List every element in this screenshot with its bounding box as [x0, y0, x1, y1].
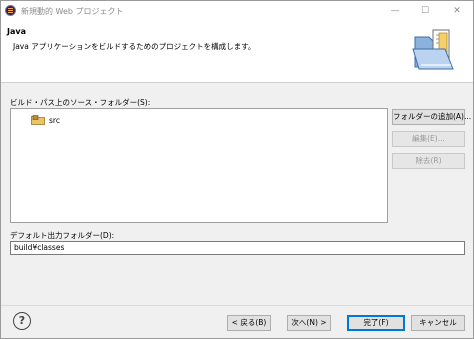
cancel-button[interactable]: キャンセル [411, 315, 465, 331]
banner-description: Java アプリケーションをビルドするためのプロジェクトを構成します。 [13, 42, 256, 51]
back-button[interactable]: < 戻る(B) [227, 315, 271, 331]
source-folders-label: ビルド・パス上のソース・フォルダー(S): [10, 98, 151, 107]
banner-title: Java [7, 27, 26, 36]
source-folders-list[interactable]: src [10, 108, 388, 223]
output-folder-label: デフォルト出力フォルダー(D): [10, 231, 115, 240]
wizard-banner: Java Java アプリケーションをビルドするためのプロジェクトを構成します。 [1, 21, 473, 83]
add-folder-button[interactable]: フォルダーの追加(A)... [392, 109, 471, 125]
open-folder-icon [412, 29, 454, 70]
dialog-window: 新規動的 Web プロジェクト — ☐ ✕ Java Java アプリケーション… [0, 0, 474, 339]
list-item-label: src [49, 115, 60, 125]
edit-button[interactable]: 編集(E)... [392, 131, 465, 147]
close-button[interactable]: ✕ [443, 1, 471, 21]
list-item[interactable]: src [31, 115, 60, 125]
next-button[interactable]: 次へ(N) > [287, 315, 331, 331]
output-folder-input[interactable]: build¥classes [10, 241, 465, 255]
window-title: 新規動的 Web プロジェクト [21, 7, 124, 16]
minimize-button[interactable]: — [381, 1, 409, 21]
package-folder-icon [31, 115, 45, 125]
title-bar: 新規動的 Web プロジェクト — ☐ ✕ [1, 1, 473, 21]
eclipse-icon [5, 5, 16, 16]
help-icon[interactable]: ? [13, 312, 31, 330]
finish-button[interactable]: 完了(F) [347, 315, 405, 331]
footer-divider [1, 305, 473, 306]
maximize-button[interactable]: ☐ [411, 1, 439, 21]
remove-button[interactable]: 除去(R) [392, 153, 465, 169]
